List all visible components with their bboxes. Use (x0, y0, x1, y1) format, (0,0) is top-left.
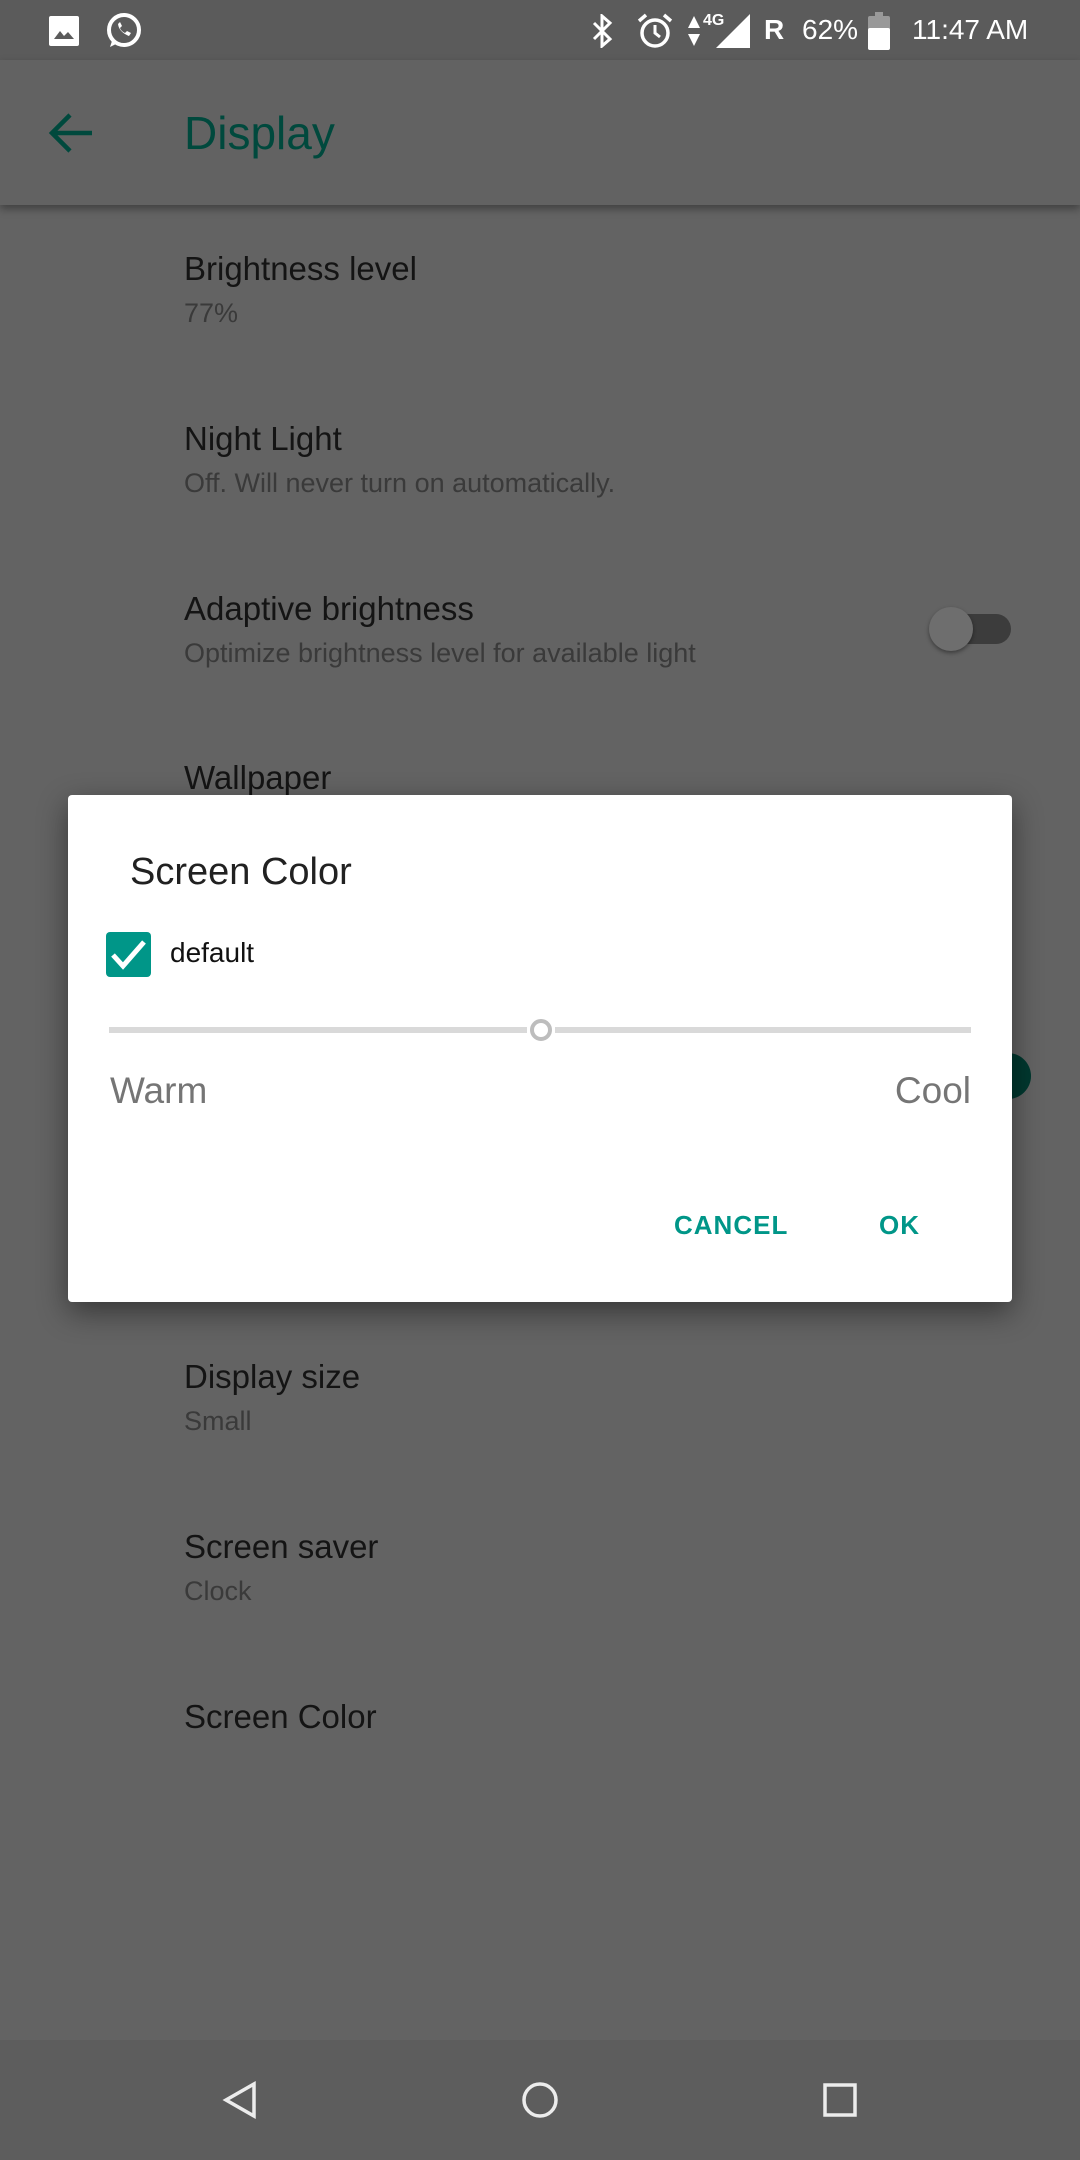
whatsapp-icon (107, 13, 141, 47)
ok-button[interactable]: OK (879, 1210, 920, 1241)
color-temperature-slider[interactable] (109, 1019, 971, 1041)
home-circle-icon[interactable] (520, 2080, 560, 2120)
warm-label: Warm (110, 1070, 208, 1111)
page-title: Display (184, 107, 335, 159)
setting-subtitle: Optimize brightness level for available … (184, 638, 696, 668)
setting-subtitle: 77% (184, 298, 239, 328)
clock: 11:47 AM (912, 14, 1029, 45)
roaming-indicator: R (764, 14, 785, 45)
slider-track-left (109, 1027, 527, 1033)
navigation-bar (0, 2040, 1080, 2160)
toggle-thumb (929, 607, 973, 651)
setting-wallpaper[interactable]: Wallpaper (0, 745, 1080, 795)
battery-percent: 62% (802, 14, 859, 45)
default-checkbox[interactable] (106, 932, 151, 977)
checkmark-icon (111, 940, 146, 970)
signal-icon (716, 14, 750, 48)
slider-thumb[interactable] (530, 1019, 552, 1041)
setting-title: Brightness level (184, 250, 417, 287)
setting-title: Adaptive brightness (184, 590, 474, 627)
bluetooth-icon (592, 14, 613, 48)
setting-night-light[interactable]: Night Light Off. Will never turn on auto… (0, 400, 1080, 530)
dialog-title: Screen Color (130, 851, 352, 893)
setting-screen-color[interactable]: Screen Color (0, 1678, 1080, 1788)
setting-subtitle: Off. Will never turn on automatically. (184, 468, 616, 498)
setting-subtitle: Clock (184, 1576, 252, 1606)
adaptive-brightness-toggle[interactable] (929, 607, 1011, 651)
status-bar: 4G R 62% 11:47 AM (0, 0, 1080, 60)
app-bar: Display (0, 60, 1080, 205)
cool-label: Cool (894, 1070, 971, 1111)
setting-title: Screen Color (184, 1698, 377, 1735)
setting-display-size[interactable]: Display size Small (0, 1338, 1080, 1468)
gallery-icon (49, 16, 79, 46)
alarm-icon (637, 13, 673, 48)
data-arrows-icon (688, 16, 700, 46)
setting-title: Night Light (184, 420, 342, 457)
screen-color-dialog: Screen Color default Warm Cool CANCEL OK (68, 795, 1012, 1302)
arrow-left-icon[interactable] (48, 112, 94, 154)
battery-icon (868, 12, 890, 50)
setting-brightness-level[interactable]: Brightness level 77% (0, 230, 1080, 360)
cancel-button[interactable]: CANCEL (674, 1210, 788, 1241)
back-triangle-icon[interactable] (220, 2080, 260, 2120)
checkbox-label: default (170, 937, 255, 968)
setting-title: Wallpaper (184, 759, 332, 795)
setting-screen-saver[interactable]: Screen saver Clock (0, 1508, 1080, 1638)
setting-title: Screen saver (184, 1528, 379, 1565)
setting-adaptive-brightness[interactable]: Adaptive brightness Optimize brightness … (0, 570, 1080, 700)
setting-subtitle: Small (184, 1406, 252, 1436)
slider-track-right (555, 1027, 971, 1033)
recents-square-icon[interactable] (822, 2082, 858, 2118)
setting-title: Display size (184, 1358, 361, 1395)
